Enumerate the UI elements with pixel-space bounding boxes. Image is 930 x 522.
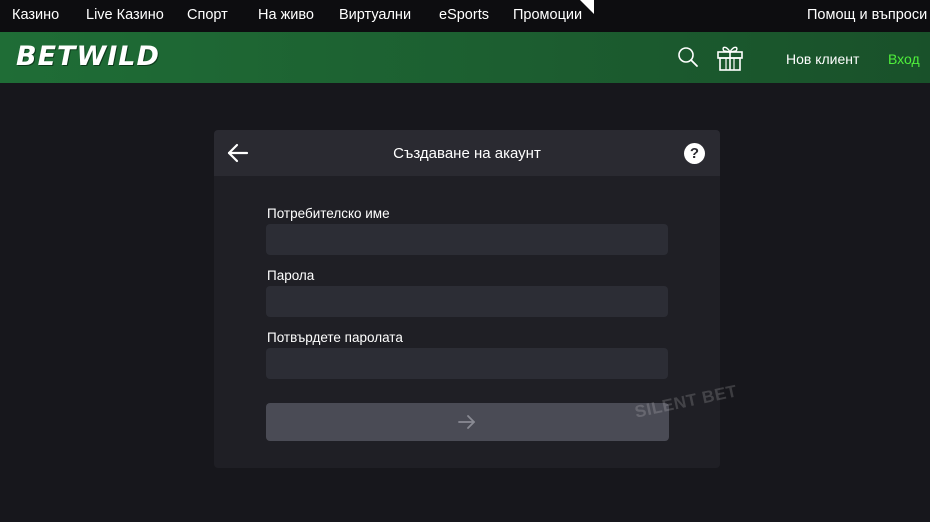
- login-link[interactable]: Вход: [888, 51, 920, 67]
- nav-item-live[interactable]: На живо: [258, 7, 314, 23]
- gift-icon[interactable]: [715, 42, 745, 72]
- help-link[interactable]: Помощ и въпроси: [807, 7, 927, 23]
- nav-item-casino[interactable]: Казино: [12, 7, 59, 23]
- password-label: Парола: [267, 268, 315, 283]
- top-navigation: Казино Live Казино Спорт На живо Виртуал…: [0, 0, 930, 32]
- site-header: BETWILD Нов клиент Вход: [0, 32, 930, 83]
- new-badge: [580, 0, 594, 14]
- username-label: Потребителско име: [267, 206, 390, 221]
- password-input[interactable]: [266, 286, 668, 317]
- nav-item-live-casino[interactable]: Live Казино: [86, 7, 164, 23]
- submit-button[interactable]: [266, 403, 669, 441]
- modal-title: Създаване на акаунт: [393, 145, 541, 162]
- new-client-link[interactable]: Нов клиент: [786, 51, 859, 67]
- nav-item-virtual[interactable]: Виртуални: [339, 7, 411, 23]
- nav-item-promotions[interactable]: Промоции: [513, 7, 582, 23]
- confirm-password-input[interactable]: [266, 348, 668, 379]
- search-icon[interactable]: [677, 46, 699, 68]
- username-input[interactable]: [266, 224, 668, 255]
- nav-item-sport[interactable]: Спорт: [187, 7, 228, 23]
- help-icon[interactable]: ?: [684, 143, 705, 164]
- modal-header: Създаване на акаунт ?: [214, 130, 720, 176]
- confirm-password-label: Потвърдете паролата: [267, 330, 403, 345]
- logo[interactable]: BETWILD: [16, 41, 160, 72]
- arrow-right-icon: [458, 415, 475, 429]
- nav-item-esports[interactable]: eSports: [439, 7, 489, 23]
